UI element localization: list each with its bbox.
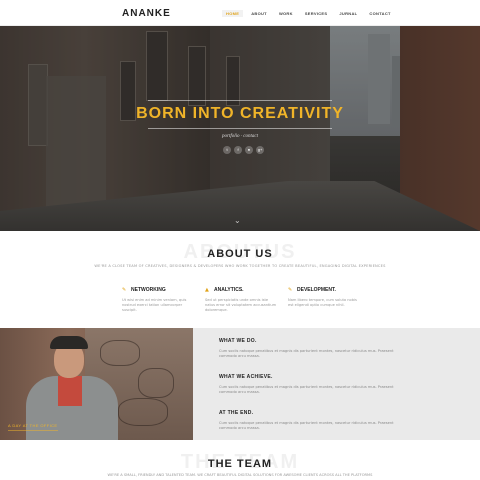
service-text: Sed ut perspiciatis unde omnis iste natu…	[205, 298, 277, 312]
service-text: Nam libero tempore, cum soluta nobis est…	[288, 298, 357, 307]
team-heading: THE TEAM	[207, 458, 273, 470]
service-networking: ✎ NETWORKING Ut wisi enim ad minim venia…	[122, 287, 196, 313]
chart-icon: ▲	[205, 286, 209, 293]
top-navbar: ANANKE HOME ABOUT WORK SERVICES JURNAL C…	[0, 0, 480, 26]
twitter-icon[interactable]: t	[223, 146, 231, 154]
menu-item-contact[interactable]: CONTACT	[365, 10, 394, 17]
menu-item-jurnal[interactable]: JURNAL	[335, 10, 361, 17]
menu-item-work[interactable]: WORK	[275, 10, 297, 17]
hero-rule-top	[148, 100, 332, 101]
site-logo[interactable]: ANANKE	[122, 8, 171, 19]
hero-subtitle: portfolio · contact	[222, 134, 258, 139]
service-title: NETWORKING	[131, 287, 166, 293]
scroll-down-chevron-icon[interactable]: ⌄	[234, 216, 241, 225]
photo-caption: A DAY AT THE OFFICE	[8, 423, 58, 428]
services-row: ✎ NETWORKING Ut wisi enim ad minim venia…	[122, 287, 362, 313]
main-menu: HOME ABOUT WORK SERVICES JURNAL CONTACT	[222, 10, 399, 17]
point-title: AT THE END.	[219, 410, 254, 416]
hero-title: BORN INTO CREATIVITY	[136, 105, 344, 122]
hero-rule-bottom	[148, 128, 332, 129]
service-development: ✎ DEVELOPMENT. Nam libero tempore, cum s…	[288, 287, 362, 313]
about-heading: ABOUT US	[207, 248, 273, 260]
point-text: Cum sociis natoque penatibus et magnis d…	[219, 421, 394, 430]
point-what-we-achieve: WHAT WE ACHIEVE. Cum sociis natoque pena…	[219, 374, 399, 395]
what-we-do-points: WHAT WE DO. Cum sociis natoque penatibus…	[219, 338, 399, 446]
service-analytics: ▲ ANALYTICS. Sed ut perspiciatis unde om…	[205, 287, 279, 313]
point-text: Cum sociis natoque penatibus et magnis d…	[219, 385, 394, 394]
facebook-icon[interactable]: f	[234, 146, 242, 154]
person-shirt	[58, 376, 82, 406]
point-title: WHAT WE DO.	[219, 338, 257, 344]
menu-item-about[interactable]: ABOUT	[247, 10, 271, 17]
pencil-icon: ✎	[288, 286, 293, 293]
about-lead-text: WE'RE A CLOSE TEAM OF CREATIVES, DESIGNE…	[94, 264, 386, 268]
team-lead-text: WE'RE A SMALL, FRIENDLY AND TALENTED TEA…	[107, 473, 373, 477]
graffiti-mark	[100, 340, 140, 366]
what-we-do-section: A DAY AT THE OFFICE WHAT WE DO. Cum soci…	[0, 328, 480, 440]
office-photo: A DAY AT THE OFFICE	[0, 328, 193, 440]
dribbble-icon[interactable]: ●	[245, 146, 253, 154]
social-links: t f ● g+	[223, 146, 264, 154]
photo-caption-rule	[8, 430, 58, 431]
graffiti-mark	[118, 398, 168, 426]
point-at-the-end: AT THE END. Cum sociis natoque penatibus…	[219, 410, 399, 431]
menu-item-services[interactable]: SERVICES	[301, 10, 332, 17]
person-cap	[50, 336, 88, 349]
point-what-we-do: WHAT WE DO. Cum sociis natoque penatibus…	[219, 338, 399, 359]
hero-section: BORN INTO CREATIVITY portfolio · contact…	[0, 26, 480, 231]
service-text: Ut wisi enim ad minim veniam, quis nostr…	[122, 298, 187, 312]
graffiti-mark	[138, 368, 174, 398]
pencil-icon: ✎	[122, 286, 127, 293]
service-title: DEVELOPMENT.	[297, 287, 336, 293]
point-title: WHAT WE ACHIEVE.	[219, 374, 273, 380]
google-plus-icon[interactable]: g+	[256, 146, 264, 154]
service-title: ANALYTICS.	[214, 287, 244, 293]
point-text: Cum sociis natoque penatibus et magnis d…	[219, 349, 394, 358]
menu-item-home[interactable]: HOME	[222, 10, 244, 17]
